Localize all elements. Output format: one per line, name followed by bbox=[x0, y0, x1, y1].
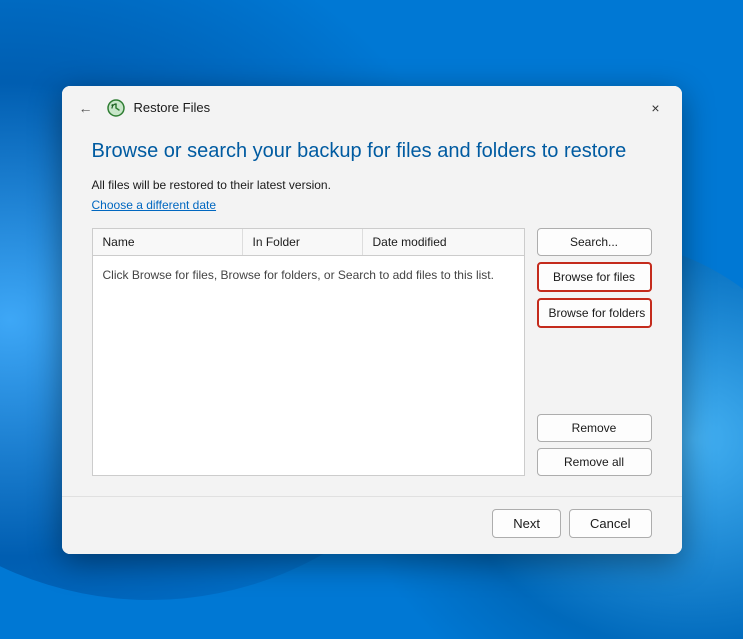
col-header-folder: In Folder bbox=[243, 229, 363, 255]
buttons-panel: Search... Browse for files Browse for fo… bbox=[537, 228, 652, 476]
table-body: Click Browse for files, Browse for folde… bbox=[93, 256, 524, 456]
dialog-footer: Next Cancel bbox=[62, 496, 682, 554]
cancel-button[interactable]: Cancel bbox=[569, 509, 651, 538]
dialog-content: Browse or search your backup for files a… bbox=[62, 128, 682, 496]
restore-files-dialog: ← Restore Files × Browse or search your … bbox=[62, 86, 682, 554]
close-button[interactable]: × bbox=[642, 94, 670, 122]
window-icon bbox=[106, 98, 126, 118]
close-icon: × bbox=[651, 100, 659, 116]
main-area: Name In Folder Date modified Click Brows… bbox=[92, 228, 652, 476]
remove-all-button[interactable]: Remove all bbox=[537, 448, 652, 476]
browse-files-button[interactable]: Browse for files bbox=[537, 262, 652, 292]
title-bar: ← Restore Files × bbox=[62, 86, 682, 128]
table-header: Name In Folder Date modified bbox=[93, 229, 524, 256]
next-button[interactable]: Next bbox=[492, 509, 561, 538]
browse-folders-button[interactable]: Browse for folders bbox=[537, 298, 652, 328]
info-text: All files will be restored to their late… bbox=[92, 178, 652, 192]
remove-button[interactable]: Remove bbox=[537, 414, 652, 442]
title-bar-left: ← Restore Files bbox=[74, 96, 211, 120]
dialog-title: Restore Files bbox=[134, 100, 211, 115]
col-header-name: Name bbox=[93, 229, 243, 255]
page-heading: Browse or search your backup for files a… bbox=[92, 138, 652, 164]
choose-date-link[interactable]: Choose a different date bbox=[92, 198, 217, 212]
backup-icon-svg bbox=[106, 98, 126, 118]
search-button[interactable]: Search... bbox=[537, 228, 652, 256]
col-header-date: Date modified bbox=[363, 229, 524, 255]
file-table: Name In Folder Date modified Click Brows… bbox=[92, 228, 525, 476]
back-button[interactable]: ← bbox=[74, 96, 98, 120]
empty-message: Click Browse for files, Browse for folde… bbox=[103, 268, 494, 282]
back-icon: ← bbox=[79, 100, 93, 116]
